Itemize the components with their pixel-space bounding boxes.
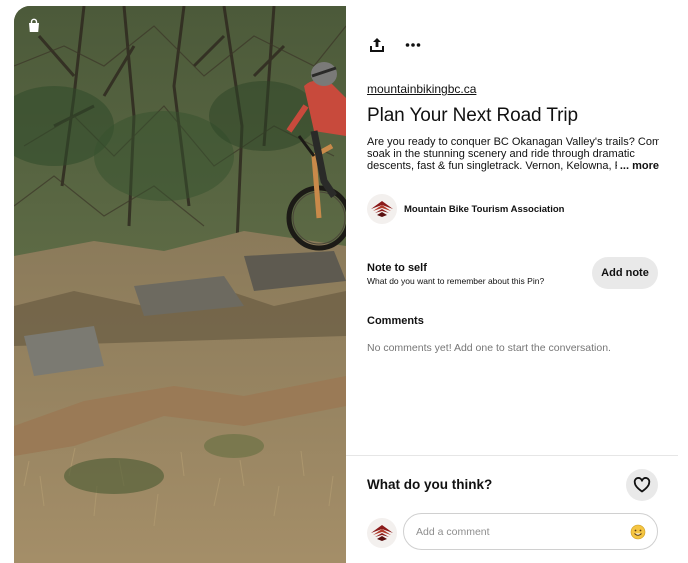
comments-empty-state: No comments yet! Add one to start the co… xyxy=(367,342,611,354)
source-domain-link[interactable]: mountainbikingbc.ca xyxy=(367,82,476,96)
pin-title: Plan Your Next Road Trip xyxy=(367,105,578,126)
shopping-bag-icon[interactable] xyxy=(26,18,42,34)
user-avatar-image xyxy=(367,518,397,548)
comment-input[interactable] xyxy=(416,525,629,538)
author-profile[interactable]: Mountain Bike Tourism Association xyxy=(367,194,564,224)
add-note-button[interactable]: Add note xyxy=(592,257,658,289)
description-last-line: descents, fast & fun singletrack. Vernon… xyxy=(367,160,659,172)
mtba-logo-icon xyxy=(371,201,393,217)
smiley-emoji-icon[interactable] xyxy=(629,523,647,541)
divider xyxy=(346,455,678,456)
note-title: Note to self xyxy=(367,262,427,274)
mtba-logo-icon xyxy=(371,525,393,541)
description-line: Are you ready to conquer BC Okanagan Val… xyxy=(367,136,659,148)
feedback-prompt: What do you think? xyxy=(367,477,493,492)
pin-image[interactable] xyxy=(14,6,346,563)
note-subtitle: What do you want to remember about this … xyxy=(367,276,545,286)
share-icon[interactable] xyxy=(366,34,388,56)
description-line: soak in the stunning scenery and ride th… xyxy=(367,148,635,161)
heart-icon[interactable] xyxy=(626,469,658,501)
more-link[interactable]: ... more xyxy=(620,160,659,172)
user-avatar[interactable] xyxy=(367,518,397,548)
pin-toolbar xyxy=(366,34,424,56)
pin-description: Are you ready to conquer BC Okanagan Val… xyxy=(367,136,659,173)
description-line: descents, fast & fun singletrack. Vernon… xyxy=(367,160,617,173)
comments-heading[interactable]: Comments xyxy=(367,315,424,327)
comment-box xyxy=(403,513,658,550)
author-avatar xyxy=(367,194,397,224)
pin-closeup-card: mountainbikingbc.ca Plan Your Next Road … xyxy=(14,6,678,563)
pin-details-panel: mountainbikingbc.ca Plan Your Next Road … xyxy=(346,6,678,563)
author-name: Mountain Bike Tourism Association xyxy=(404,203,565,215)
ellipsis-icon[interactable] xyxy=(402,34,424,56)
mountain-bike-photo xyxy=(14,6,346,563)
note-to-self: Note to self What do you want to remembe… xyxy=(367,262,544,286)
